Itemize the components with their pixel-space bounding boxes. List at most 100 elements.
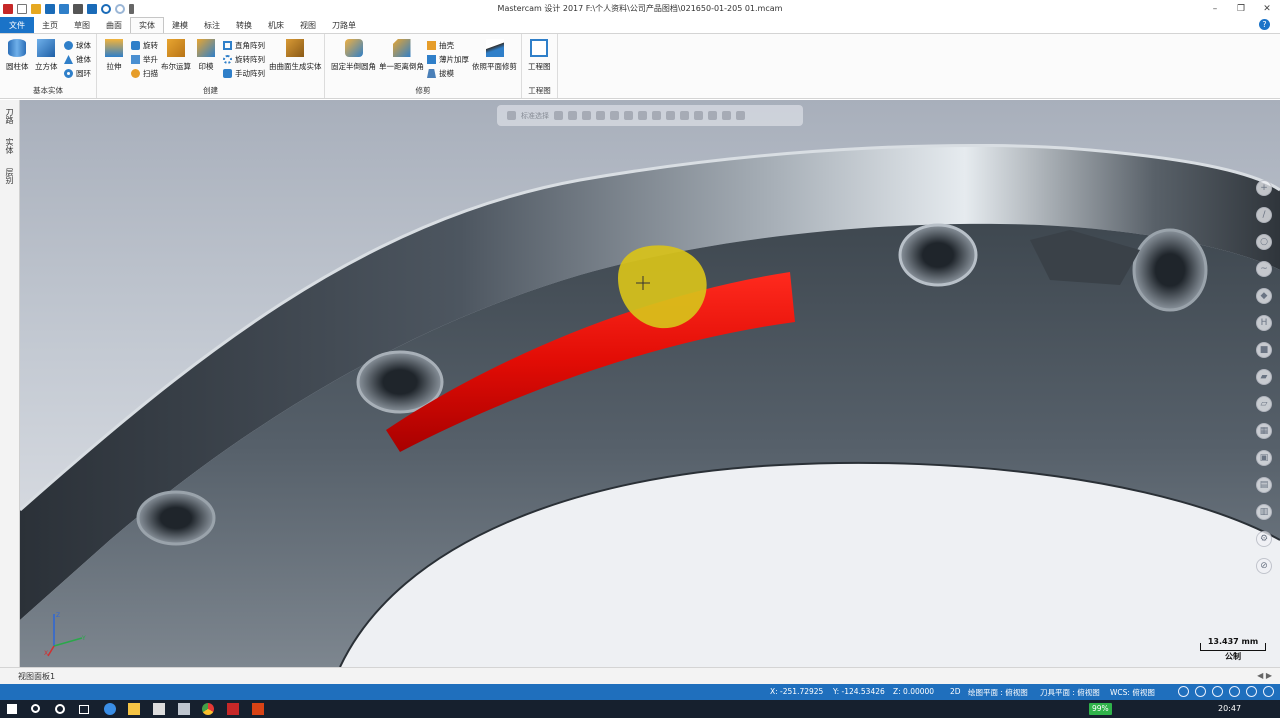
manual-array-button[interactable]: 手动阵列 bbox=[223, 68, 265, 79]
save-icon[interactable] bbox=[45, 3, 55, 14]
mask-points-icon[interactable]: + bbox=[1256, 180, 1272, 196]
status-x-coordinate[interactable]: X: -251.72925 bbox=[770, 687, 823, 696]
mask-lines-icon[interactable]: / bbox=[1256, 207, 1272, 223]
status-2d-3d-toggle[interactable]: 2D bbox=[950, 687, 961, 696]
polygon-select-icon[interactable] bbox=[610, 111, 619, 120]
save-as-icon[interactable] bbox=[59, 3, 69, 14]
tab-annotate[interactable]: 标注 bbox=[196, 17, 228, 33]
mask-clear-icon[interactable]: ⊘ bbox=[1256, 558, 1272, 574]
revolve-button[interactable]: 旋转 bbox=[131, 40, 158, 51]
face-select-icon[interactable] bbox=[666, 111, 675, 120]
torus-button[interactable]: 圆环 bbox=[64, 68, 91, 79]
cone-button[interactable]: 锥体 bbox=[64, 54, 91, 65]
trim-by-plane-button[interactable]: 依照平面修剪 bbox=[472, 39, 517, 72]
status-z-coordinate[interactable]: Z: 0.00000 bbox=[893, 687, 934, 696]
layout-button[interactable]: 工程图 bbox=[528, 39, 551, 72]
tab-surfaces[interactable]: 曲面 bbox=[98, 17, 130, 33]
chrome-icon[interactable] bbox=[202, 703, 214, 715]
cylinder-button[interactable]: 圆柱体 bbox=[6, 39, 29, 72]
imprint-button[interactable]: 印模 bbox=[197, 39, 215, 72]
store-icon[interactable] bbox=[153, 703, 165, 715]
cube-button[interactable]: 立方体 bbox=[35, 39, 58, 72]
side-tab-solids[interactable]: 实体 bbox=[5, 138, 15, 154]
status-wcs[interactable]: WCS: 俯视图 bbox=[1110, 687, 1155, 698]
lock-icon[interactable] bbox=[507, 111, 516, 120]
file-explorer-icon[interactable] bbox=[128, 703, 140, 715]
draft-button[interactable]: 拔模 bbox=[427, 68, 454, 79]
pdf-reader-icon[interactable] bbox=[252, 703, 264, 715]
mask-results-icon[interactable]: ▤ bbox=[1256, 477, 1272, 493]
search-icon[interactable] bbox=[31, 704, 40, 713]
status-y-coordinate[interactable]: Y: -124.53426 bbox=[833, 687, 885, 696]
shell-button[interactable]: 抽壳 bbox=[427, 40, 454, 51]
status-shaded-edges-icon[interactable] bbox=[1229, 686, 1240, 697]
start-menu-icon[interactable] bbox=[7, 704, 17, 714]
tab-solids[interactable]: 实体 bbox=[130, 17, 164, 33]
restore-button[interactable]: ❐ bbox=[1228, 0, 1254, 17]
new-file-icon[interactable] bbox=[17, 3, 27, 14]
fillet-button[interactable]: 固定半倒圆角 bbox=[331, 39, 376, 72]
mask-splines-icon[interactable]: ~ bbox=[1256, 261, 1272, 277]
edge-select-icon[interactable] bbox=[680, 111, 689, 120]
status-render-icon[interactable] bbox=[1263, 686, 1274, 697]
status-shaded-icon[interactable] bbox=[1212, 686, 1223, 697]
mask-meshes-icon[interactable]: ▦ bbox=[1256, 423, 1272, 439]
status-cplane[interactable]: 绘图平面 : 俯视图 bbox=[968, 687, 1028, 698]
area-select-icon[interactable] bbox=[638, 111, 647, 120]
mask-solid-edges-icon[interactable]: ▱ bbox=[1256, 396, 1272, 412]
tab-toolpaths[interactable]: 刀路单 bbox=[324, 17, 364, 33]
taskbar-clock[interactable]: 20:47 bbox=[1218, 704, 1241, 713]
extrude-button[interactable]: 拉伸 bbox=[105, 39, 123, 72]
side-tab-toolpaths[interactable]: 刀路 bbox=[5, 108, 15, 124]
minimize-button[interactable]: – bbox=[1202, 0, 1228, 17]
select-only-icon[interactable] bbox=[568, 111, 577, 120]
sphere-button[interactable]: 球体 bbox=[64, 40, 91, 51]
viewsheet-tab[interactable]: 视图面板1 bbox=[18, 671, 55, 682]
redo-icon[interactable] bbox=[115, 3, 125, 14]
tab-home[interactable]: 主页 bbox=[34, 17, 66, 33]
close-button[interactable]: ✕ bbox=[1254, 0, 1280, 17]
tab-model[interactable]: 建模 bbox=[164, 17, 196, 33]
select-all-icon[interactable] bbox=[554, 111, 563, 120]
mask-surfaces-icon[interactable]: ◆ bbox=[1256, 288, 1272, 304]
qat-dropdown-icon[interactable] bbox=[129, 3, 134, 14]
chamfer-button[interactable]: 单一距离倒角 bbox=[379, 39, 424, 72]
cortana-icon[interactable] bbox=[55, 704, 65, 714]
thicken-button[interactable]: 薄片加厚 bbox=[427, 54, 469, 65]
mask-levels-icon[interactable]: ▥ bbox=[1256, 504, 1272, 520]
settings-icon[interactable] bbox=[736, 111, 745, 120]
undo-icon[interactable] bbox=[101, 3, 111, 14]
battery-indicator[interactable]: 99% bbox=[1089, 703, 1112, 715]
mask-groups-icon[interactable]: ▣ bbox=[1256, 450, 1272, 466]
tab-transform[interactable]: 转换 bbox=[228, 17, 260, 33]
grid-icon[interactable] bbox=[708, 111, 717, 120]
tab-sketch[interactable]: 草图 bbox=[66, 17, 98, 33]
surface-to-solid-button[interactable]: 由曲面生成实体 bbox=[269, 39, 322, 72]
status-wireframe-icon[interactable] bbox=[1178, 686, 1189, 697]
solid-select-icon[interactable] bbox=[652, 111, 661, 120]
tab-machine[interactable]: 机床 bbox=[260, 17, 292, 33]
vector-select-icon[interactable] bbox=[624, 111, 633, 120]
side-tab-levels[interactable]: 层别 bbox=[5, 168, 15, 184]
print-icon[interactable] bbox=[73, 3, 83, 14]
boolean-button[interactable]: 布尔运算 bbox=[161, 39, 191, 72]
status-translucency-icon[interactable] bbox=[1246, 686, 1257, 697]
rect-array-button[interactable]: 直角阵列 bbox=[223, 40, 265, 51]
save-all-icon[interactable] bbox=[87, 3, 97, 14]
mask-settings-icon[interactable]: ⚙ bbox=[1256, 531, 1272, 547]
pointer-icon[interactable] bbox=[582, 111, 591, 120]
mask-solid-faces-icon[interactable]: ▰ bbox=[1256, 369, 1272, 385]
sweep-button[interactable]: 扫描 bbox=[131, 68, 158, 79]
tab-file[interactable]: 文件 bbox=[0, 17, 34, 33]
vertex-select-icon[interactable] bbox=[694, 111, 703, 120]
tab-view[interactable]: 视图 bbox=[292, 17, 324, 33]
mask-dimensions-icon[interactable]: H bbox=[1256, 315, 1272, 331]
open-file-icon[interactable] bbox=[31, 3, 41, 14]
mask-solids-icon[interactable]: ■ bbox=[1256, 342, 1272, 358]
loft-button[interactable]: 举升 bbox=[131, 54, 158, 65]
help-button[interactable]: ? bbox=[1259, 19, 1270, 30]
selection-toolbar[interactable]: 标准选择 bbox=[497, 105, 803, 126]
rotary-array-button[interactable]: 旋转阵列 bbox=[223, 54, 265, 65]
viewsheet-nav[interactable]: ◀ ▶ bbox=[1257, 671, 1272, 680]
graphics-viewport[interactable]: 标准选择 + / ○ ~ ◆ H ■ ▰ ▱ ▦ ▣ ▤ ▥ ⚙ ⊘ Z Y X… bbox=[20, 100, 1280, 667]
